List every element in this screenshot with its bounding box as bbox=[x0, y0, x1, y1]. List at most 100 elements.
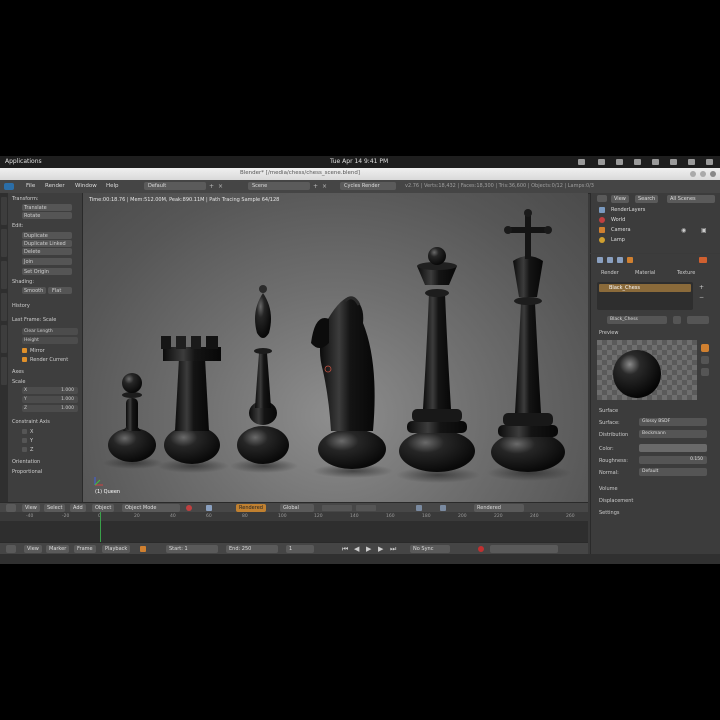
remove-slot-icon[interactable]: − bbox=[699, 294, 704, 301]
props-tab-material[interactable]: Material bbox=[635, 270, 655, 276]
constraint-x-checkbox[interactable] bbox=[22, 429, 27, 434]
playhead[interactable] bbox=[100, 512, 101, 542]
minimize-icon[interactable] bbox=[690, 171, 696, 177]
height-field[interactable]: Height bbox=[22, 337, 78, 344]
keying-icon[interactable] bbox=[140, 546, 146, 552]
scene-selector[interactable]: Scene bbox=[248, 182, 310, 190]
queen-piece[interactable] bbox=[396, 247, 480, 483]
start-frame-field[interactable]: Start: 1 bbox=[166, 545, 218, 553]
playback-menu[interactable]: Playback bbox=[102, 545, 131, 553]
network-icon[interactable] bbox=[616, 159, 623, 165]
outliner-item[interactable]: World bbox=[611, 217, 625, 223]
outliner-view-menu[interactable]: View bbox=[611, 195, 629, 203]
tab-create[interactable] bbox=[1, 229, 7, 257]
outliner-item[interactable]: Lamp bbox=[611, 237, 625, 243]
layout-selector[interactable]: Default bbox=[144, 182, 206, 190]
prev-key-icon[interactable]: ◀ bbox=[354, 545, 359, 553]
layer-buttons[interactable] bbox=[322, 505, 352, 511]
material-datablock[interactable]: Black_Chess bbox=[607, 316, 667, 324]
normal-selector[interactable]: Default bbox=[639, 468, 707, 476]
frame-menu[interactable]: Frame bbox=[74, 545, 96, 553]
marker-menu[interactable]: Marker bbox=[46, 545, 70, 553]
remove-layout-icon[interactable]: × bbox=[218, 183, 223, 190]
power-icon[interactable] bbox=[706, 159, 713, 165]
eye-icon[interactable]: ◉ bbox=[681, 227, 686, 234]
add-menu[interactable]: Add bbox=[70, 504, 86, 512]
preview-sphere-button[interactable] bbox=[701, 344, 709, 352]
king-piece[interactable] bbox=[487, 209, 571, 481]
close-icon[interactable] bbox=[710, 171, 716, 177]
record-icon[interactable] bbox=[478, 546, 484, 552]
add-layout-icon[interactable]: + bbox=[209, 183, 214, 190]
3d-viewport[interactable]: Time:00:18.76 | Mem:512.00M, Peak:890.11… bbox=[83, 193, 588, 502]
select-menu[interactable]: Select bbox=[44, 504, 66, 512]
menu-help[interactable]: Help bbox=[106, 183, 119, 189]
timeline[interactable]: -40 -20 0 20 40 60 80 100 120 140 160 18… bbox=[0, 512, 588, 542]
scene-tab-icon[interactable] bbox=[607, 257, 613, 263]
next-key-icon[interactable]: ▶ bbox=[378, 545, 383, 553]
add-scene-icon[interactable]: + bbox=[313, 183, 318, 190]
roughness-slider[interactable]: 0.150 bbox=[639, 456, 707, 464]
axis-z-field[interactable]: Z 1.000 bbox=[22, 405, 78, 412]
section-volume[interactable]: Volume bbox=[599, 486, 618, 492]
render-engine-selector[interactable]: Cycles Render bbox=[340, 182, 396, 190]
surface-shader-selector[interactable]: Glossy BSDF bbox=[639, 418, 707, 426]
fake-user-button[interactable] bbox=[673, 316, 681, 324]
outliner-display-mode[interactable]: All Scenes bbox=[667, 195, 715, 203]
render-mode-button[interactable]: Rendered bbox=[474, 504, 524, 512]
jump-end-icon[interactable]: ⏭ bbox=[390, 545, 396, 554]
mirror-checkbox[interactable] bbox=[22, 348, 27, 353]
add-slot-icon[interactable]: + bbox=[699, 284, 704, 291]
viewport-editor-type-icon[interactable] bbox=[6, 504, 16, 512]
current-frame-field[interactable]: 1 bbox=[286, 545, 314, 553]
outliner-item[interactable]: RenderLayers bbox=[611, 207, 645, 213]
constraint-z-checkbox[interactable] bbox=[22, 447, 27, 452]
axis-y-field[interactable]: Y 1.000 bbox=[22, 396, 78, 403]
render-preview-icon[interactable] bbox=[440, 505, 446, 511]
settings-icon[interactable] bbox=[688, 159, 695, 165]
snap-icon[interactable] bbox=[416, 505, 422, 511]
mode-selector[interactable]: Object Mode bbox=[122, 504, 180, 512]
section-surface[interactable]: Surface bbox=[599, 408, 618, 414]
section-preview[interactable]: Preview bbox=[599, 330, 618, 336]
viewport-shading-button[interactable]: Rendered bbox=[236, 504, 266, 512]
sync-selector[interactable]: No Sync bbox=[410, 545, 450, 553]
material-slot-list[interactable]: Black_Chess bbox=[597, 282, 693, 310]
bishop-piece[interactable] bbox=[230, 285, 298, 473]
end-frame-field[interactable]: End: 250 bbox=[226, 545, 278, 553]
menu-file[interactable]: File bbox=[26, 183, 35, 189]
orientation-selector[interactable]: Global bbox=[280, 504, 314, 512]
outliner-item[interactable]: Camera bbox=[611, 227, 631, 233]
view-menu[interactable]: View bbox=[22, 504, 40, 512]
section-settings[interactable]: Settings bbox=[599, 510, 620, 516]
data-link-button[interactable] bbox=[687, 316, 709, 324]
object-tab-icon[interactable] bbox=[627, 257, 633, 263]
render-current-checkbox[interactable] bbox=[22, 357, 27, 362]
material-tab-icon[interactable] bbox=[699, 257, 707, 263]
outliner-editor-type-icon[interactable] bbox=[597, 195, 607, 202]
section-displacement[interactable]: Displacement bbox=[599, 498, 633, 504]
editor-type-icon[interactable] bbox=[4, 183, 14, 190]
maximize-icon[interactable] bbox=[700, 171, 706, 177]
material-slot-selected[interactable]: Black_Chess bbox=[599, 284, 691, 292]
tab-animation[interactable] bbox=[1, 293, 7, 321]
preview-cube-button[interactable] bbox=[701, 356, 709, 364]
pawn-piece[interactable] bbox=[103, 373, 163, 469]
distribution-selector[interactable]: Beckmann bbox=[639, 430, 707, 438]
play-icon[interactable]: ▶ bbox=[366, 545, 371, 553]
monitor-icon[interactable] bbox=[578, 159, 585, 165]
timeline-view-menu[interactable]: View bbox=[24, 545, 42, 553]
knight-piece[interactable] bbox=[311, 296, 393, 478]
render-icon[interactable]: ▣ bbox=[701, 227, 707, 234]
timeline-editor-type-icon[interactable] bbox=[6, 545, 16, 553]
props-tab-texture[interactable]: Texture bbox=[677, 270, 695, 276]
color-swatch[interactable] bbox=[639, 444, 707, 452]
clear-length-field[interactable]: Clear Length bbox=[22, 328, 78, 335]
world-tab-icon[interactable] bbox=[617, 257, 623, 263]
tab-relations[interactable] bbox=[1, 261, 7, 289]
battery-icon[interactable] bbox=[652, 159, 659, 165]
render-tab-icon[interactable] bbox=[597, 257, 603, 263]
constraint-y-checkbox[interactable] bbox=[22, 438, 27, 443]
layer-buttons-2[interactable] bbox=[356, 505, 376, 511]
keying-set-selector[interactable] bbox=[490, 545, 558, 553]
